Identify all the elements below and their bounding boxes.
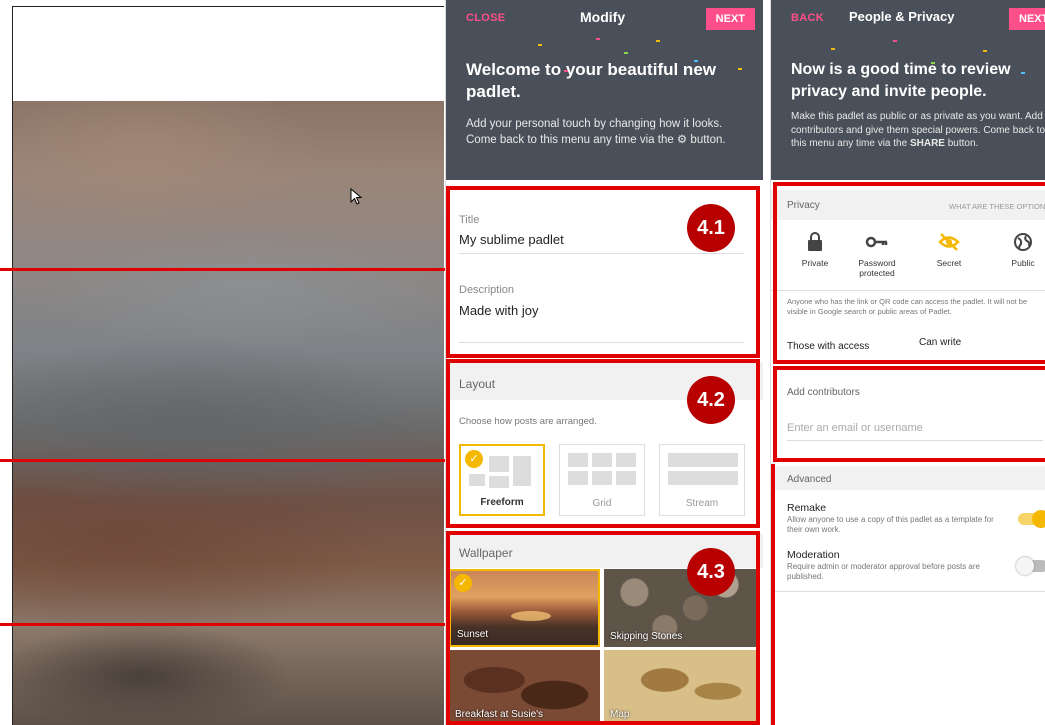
confetti (624, 52, 628, 54)
moderation-toggle[interactable] (1016, 557, 1045, 575)
canvas-blank-area (13, 7, 444, 101)
welcome-heading: Welcome to your beautiful new padlet. (466, 60, 716, 101)
remake-title: Remake (787, 502, 827, 514)
annotation-badge-4-3: 4.3 (687, 548, 735, 596)
privacy-welcome-text: Make this padlet as public or as private… (791, 110, 1045, 151)
modify-title: Modify (580, 9, 626, 25)
confetti (983, 50, 987, 52)
close-button[interactable]: CLOSE (466, 12, 505, 24)
annotation-badge-4-1: 4.1 (687, 204, 735, 252)
wallpaper-background (13, 101, 444, 725)
padlet-canvas (12, 6, 444, 725)
privacy-welcome-text-2: button. (947, 138, 979, 149)
toggle-knob (1016, 557, 1034, 575)
confetti (831, 48, 835, 50)
share-word: SHARE (909, 138, 945, 149)
welcome-text: Add your personal touch by changing how … (466, 118, 726, 146)
remake-toggle[interactable] (1018, 510, 1045, 528)
privacy-welcome-heading: Now is a good time to review privacy and… (791, 61, 1011, 100)
back-button[interactable]: BACK (791, 12, 824, 24)
modify-header: CLOSE Modify NEXT Welcome to your beauti… (446, 0, 763, 180)
privacy-title: People & Privacy (849, 9, 955, 24)
confetti (538, 44, 542, 46)
annotation-line-4-3 (0, 623, 448, 626)
remake-description: Allow anyone to use a copy of this padle… (787, 515, 994, 534)
annotation-line-4-1 (0, 268, 448, 271)
moderation-title: Moderation (787, 549, 840, 561)
toggle-knob (1032, 510, 1045, 528)
annotation-line-4-2 (0, 459, 448, 462)
annotation-edge (771, 464, 775, 725)
confetti (893, 40, 897, 42)
mouse-cursor-icon (350, 188, 363, 205)
modify-panel: CLOSE Modify NEXT Welcome to your beauti… (445, 0, 763, 725)
annotation-box-contributors (773, 366, 1045, 462)
modify-next-button[interactable]: NEXT (705, 8, 755, 30)
moderation-description: Require admin or moderator approval befo… (787, 562, 980, 581)
annotation-badge-4-2: 4.2 (687, 376, 735, 424)
privacy-topbar: BACK People & Privacy NEXT (771, 0, 1045, 36)
annotation-box-privacy (773, 182, 1045, 364)
privacy-header: BACK People & Privacy NEXT Now is a good… (771, 0, 1045, 180)
advanced-heading: Advanced (787, 474, 832, 485)
confetti (656, 40, 660, 42)
advanced-divider (771, 591, 1045, 592)
privacy-panel: BACK People & Privacy NEXT Now is a good… (770, 0, 1045, 725)
confetti (596, 38, 600, 40)
modify-topbar: CLOSE Modify NEXT (446, 0, 763, 36)
privacy-next-button[interactable]: NEXT (1009, 8, 1045, 30)
